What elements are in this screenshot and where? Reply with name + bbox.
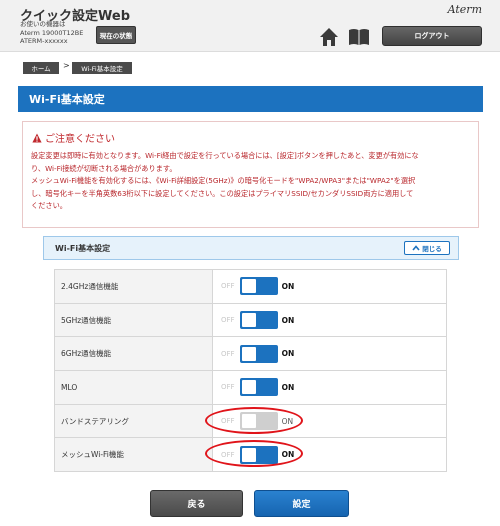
setting-control-cell: OFF ON <box>212 269 447 304</box>
toggle-off-label: OFF <box>221 316 235 325</box>
table-row: バンドステアリング OFF ON <box>54 403 447 439</box>
toggle-state-label: ON <box>281 416 294 426</box>
table-row: 5GHz通信機能 OFF ON <box>54 302 447 338</box>
setting-control-cell: OFF ON <box>212 403 447 439</box>
caution-line: り、Wi-Fi接続が切断される場合があります。 <box>31 163 177 173</box>
caution-line: 設定変更は即時に有効となります。Wi-Fi経由で設定を行っている場合には、[設定… <box>31 151 419 160</box>
toggle-track[interactable] <box>239 445 278 464</box>
caution-line: メッシュWi-Fi機能を有効化するには、《Wi-Fi詳細設定(5GHz)》の暗号… <box>31 176 416 186</box>
toggle-track[interactable] <box>239 277 278 296</box>
table-row: 2.4GHz通信機能 OFF ON <box>54 269 447 304</box>
toggle-track[interactable] <box>239 378 278 397</box>
setting-label: 2.4GHz通信機能 <box>54 269 213 304</box>
table-row: MLO OFF ON <box>54 370 447 405</box>
save-button[interactable]: 設定 <box>254 490 349 517</box>
toggle-state-label: ON <box>281 450 295 460</box>
caution-box: ご注意ください 設定変更は即時に有効となります。Wi-Fi経由で設定を行っている… <box>22 121 479 228</box>
settings-table: 2.4GHz通信機能 OFF ON 5GHz通信機能 OFF ON 6GHz通信… <box>54 269 447 473</box>
device-info-line3: ATERM-xxxxxx <box>20 37 68 45</box>
setting-control-cell: OFF ON <box>212 336 447 372</box>
caution-heading: ご注意ください <box>32 130 115 145</box>
toggle-6ghz[interactable]: OFF ON <box>221 344 295 363</box>
toggle-track[interactable] <box>239 344 278 363</box>
setting-label: バンドステアリング <box>54 403 213 439</box>
section-header: Wi-Fi基本設定 閉じる <box>43 236 459 260</box>
toggle-knob[interactable] <box>241 346 256 361</box>
toggle-mesh-wifi[interactable]: OFF ON <box>221 445 295 464</box>
breadcrumb-home-link[interactable]: ホーム <box>23 62 59 74</box>
chevron-up-icon <box>412 245 420 251</box>
toggle-5ghz[interactable]: OFF ON <box>221 311 295 330</box>
current-status-button[interactable]: 現在の状態 <box>96 26 136 44</box>
toggle-state-label: ON <box>281 315 295 325</box>
toggle-knob[interactable] <box>241 313 256 328</box>
brand-logo: Aterm <box>447 3 482 16</box>
setting-control-cell: OFF ON <box>212 370 447 405</box>
warning-icon <box>32 133 42 142</box>
toggle-knob[interactable] <box>241 380 256 395</box>
setting-control-cell: OFF ON <box>212 437 447 473</box>
toggle-knob[interactable] <box>241 279 256 294</box>
caution-line: ください。 <box>31 201 67 211</box>
caution-line: し、暗号化キーを半角英数63桁以下に設定してください。この設定はプライマリSSI… <box>31 188 414 198</box>
toggle-knob[interactable] <box>241 447 256 462</box>
toggle-mlo[interactable]: OFF ON <box>221 378 295 397</box>
toggle-off-label: OFF <box>221 417 235 426</box>
setting-label: メッシュWi-Fi機能 <box>54 437 213 473</box>
toggle-band-steering: OFF ON <box>221 412 294 431</box>
setting-label: 5GHz通信機能 <box>54 302 213 338</box>
toggle-off-label: OFF <box>221 383 235 392</box>
caution-heading-text: ご注意ください <box>45 134 115 145</box>
toggle-off-label: OFF <box>221 349 235 358</box>
toggle-state-label: ON <box>281 281 295 291</box>
collapse-button-label: 閉じる <box>422 245 442 253</box>
caution-body: 設定変更は即時に有効となります。Wi-Fi経由で設定を行っている場合には、[設定… <box>31 150 473 213</box>
toggle-knob <box>241 414 256 429</box>
toggle-track[interactable] <box>239 311 278 330</box>
setting-control-cell: OFF ON <box>212 302 447 338</box>
setting-label: 6GHz通信機能 <box>54 336 213 372</box>
logout-button[interactable]: ログアウト <box>382 26 482 46</box>
header-bar: クイック設定Web お使いの機器は Aterm 19000T12BE ATERM… <box>0 0 500 52</box>
toggle-state-label: ON <box>281 382 295 392</box>
table-row: メッシュWi-Fi機能 OFF ON <box>54 437 447 473</box>
device-info: お使いの機器は Aterm 19000T12BE ATERM-xxxxxx <box>20 20 83 46</box>
home-icon[interactable] <box>319 27 339 47</box>
breadcrumb-separator: > <box>63 61 70 70</box>
page-title: Wi-Fi基本設定 <box>18 86 483 112</box>
toggle-off-label: OFF <box>221 282 235 291</box>
toggle-track <box>239 412 278 431</box>
toggle-state-label: ON <box>281 349 295 359</box>
table-row: 6GHz通信機能 OFF ON <box>54 336 447 372</box>
toggle-24ghz[interactable]: OFF ON <box>221 277 295 296</box>
device-info-line1: お使いの機器は <box>20 20 66 28</box>
toggle-off-label: OFF <box>221 450 235 459</box>
setting-label: MLO <box>54 370 213 405</box>
device-info-line2: Aterm 19000T12BE <box>20 28 84 37</box>
book-icon[interactable] <box>348 28 370 46</box>
collapse-button[interactable]: 閉じる <box>404 241 450 255</box>
breadcrumb-current: Wi-Fi基本設定 <box>72 62 132 74</box>
back-button[interactable]: 戻る <box>150 490 243 517</box>
section-title: Wi-Fi基本設定 <box>55 244 111 253</box>
